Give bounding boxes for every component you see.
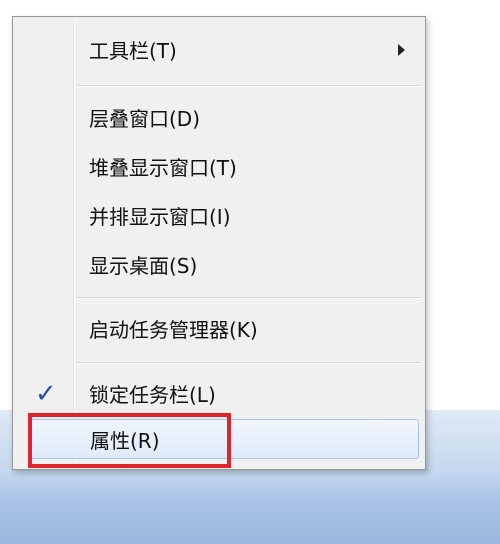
menu-item-cascade-windows[interactable]: 层叠窗口(D) (15, 97, 423, 137)
checkmark-icon: ✓ (35, 379, 57, 409)
menu-separator (77, 85, 421, 87)
menu-separator (77, 362, 421, 364)
submenu-arrow-icon (398, 44, 405, 56)
menu-item-label: 层叠窗口(D) (89, 106, 201, 131)
menu-item-label: 并排显示窗口(I) (89, 204, 231, 229)
menu-item-label: 启动任务管理器(K) (89, 317, 258, 342)
menu-separator (77, 297, 421, 299)
taskbar[interactable] (0, 470, 500, 544)
menu-item-side-by-side-windows[interactable]: 并排显示窗口(I) (15, 195, 423, 235)
taskbar-context-menu: 工具栏(T) 层叠窗口(D) 堆叠显示窗口(T) 并排显示窗口(I) 显示桌面(… (12, 16, 426, 470)
menu-item-lock-taskbar[interactable]: ✓ 锁定任务栏(L) (15, 373, 423, 413)
menu-item-label: 锁定任务栏(L) (89, 382, 216, 407)
menu-item-show-desktop[interactable]: 显示桌面(S) (15, 244, 423, 284)
menu-item-label: 显示桌面(S) (89, 253, 198, 278)
annotation-highlight-box (28, 413, 231, 468)
menu-item-label: 工具栏(T) (89, 38, 177, 63)
menu-item-stack-windows[interactable]: 堆叠显示窗口(T) (15, 146, 423, 186)
menu-item-toolbars[interactable]: 工具栏(T) (15, 29, 423, 69)
menu-item-task-manager[interactable]: 启动任务管理器(K) (15, 308, 423, 348)
menu-item-label: 堆叠显示窗口(T) (89, 155, 237, 180)
